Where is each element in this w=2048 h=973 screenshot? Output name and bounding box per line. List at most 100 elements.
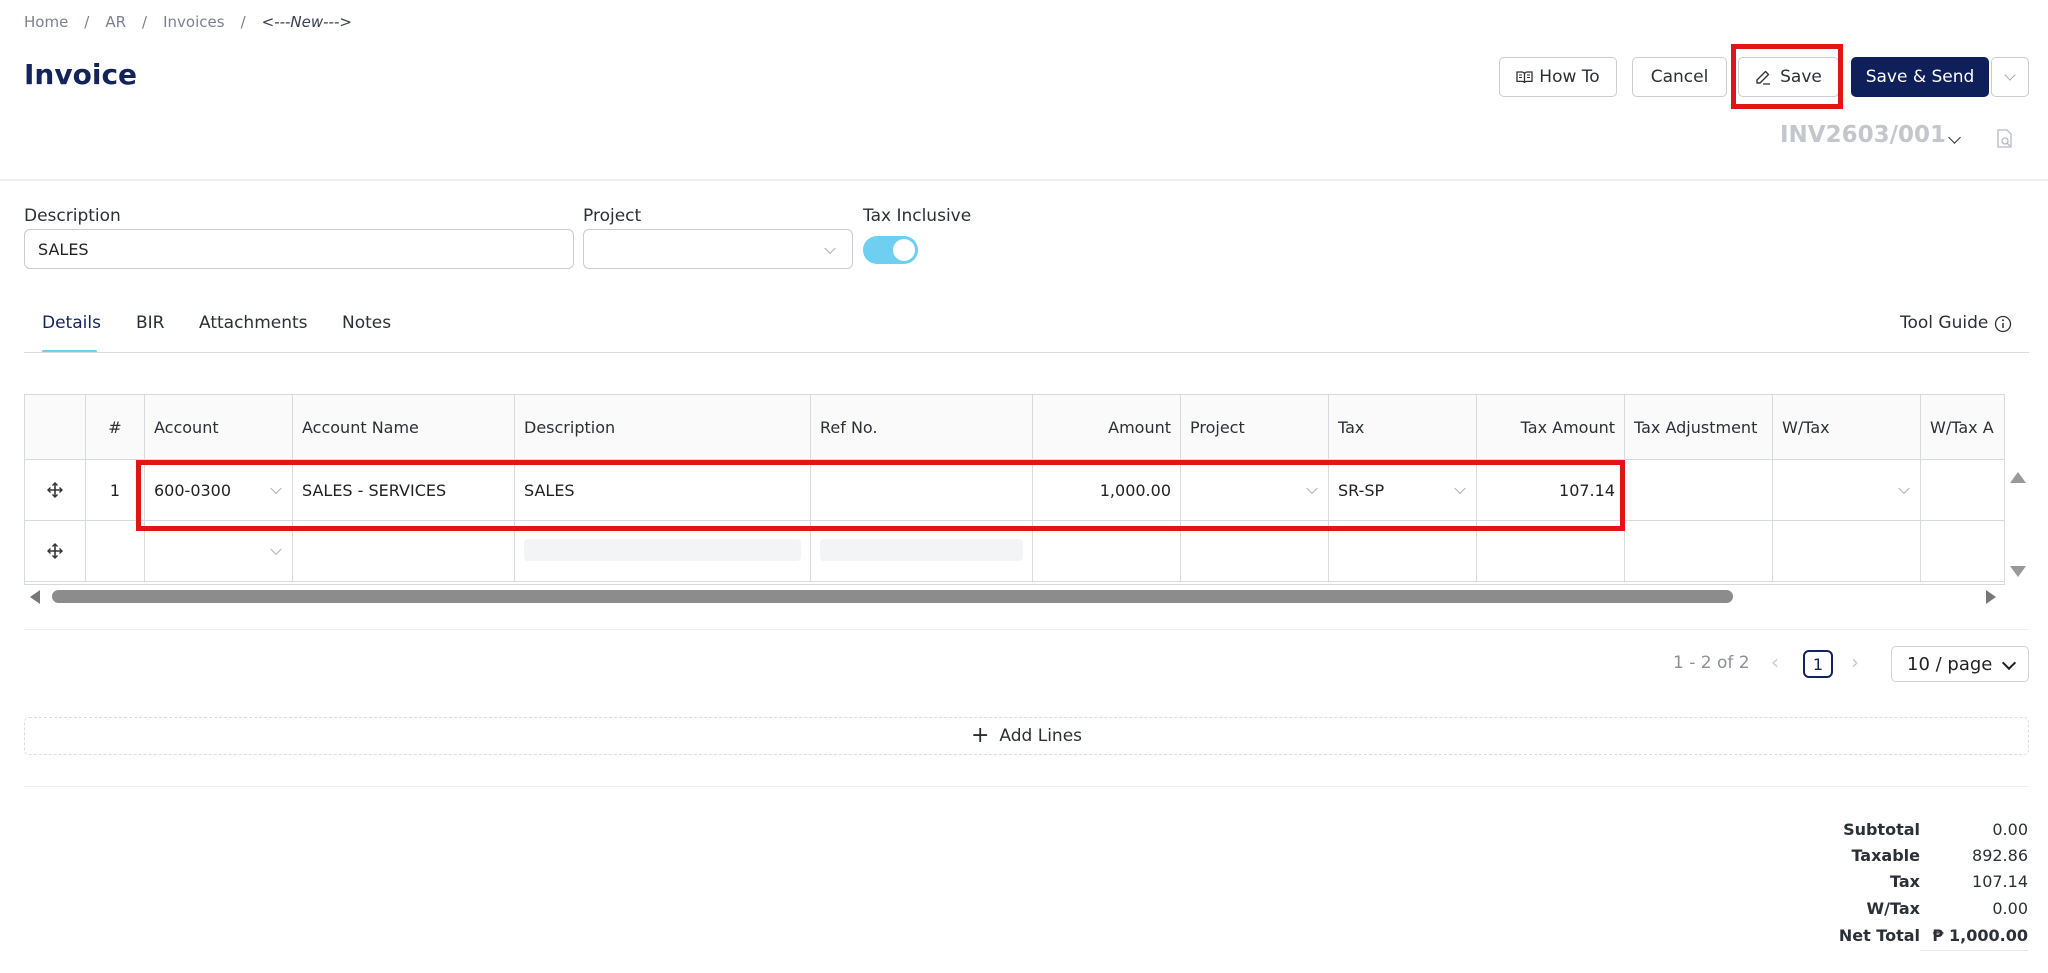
chevron-down-icon <box>1898 482 1910 495</box>
document-search-icon[interactable] <box>1996 129 2013 148</box>
project-select[interactable] <box>583 229 853 269</box>
tax-select[interactable]: SR-SP <box>1329 460 1477 521</box>
wtax-total-value: 0.00 <box>1992 899 2028 918</box>
tool-guide-link[interactable]: Tool Guide <box>1900 313 1988 333</box>
amount-cell[interactable] <box>1033 521 1181 582</box>
header-account[interactable]: Account <box>145 395 293 460</box>
cancel-label: Cancel <box>1650 67 1709 87</box>
scrollbar-thumb[interactable] <box>52 590 1733 603</box>
header-project[interactable]: Project <box>1181 395 1329 460</box>
breadcrumb-home[interactable]: Home <box>24 13 68 31</box>
description-cell[interactable]: SALES <box>515 460 811 521</box>
chevron-down-icon <box>270 543 282 556</box>
ref-no-cell[interactable] <box>811 460 1033 521</box>
prev-page-icon[interactable]: ‹ <box>1771 650 1779 674</box>
header-tax-amount[interactable]: Tax Amount <box>1477 395 1625 460</box>
info-icon[interactable] <box>1994 315 2012 333</box>
wtax-select[interactable] <box>1773 521 1921 582</box>
tax-amount-cell[interactable]: 107.14 <box>1477 460 1625 521</box>
breadcrumb-separator: / <box>84 13 90 31</box>
how-to-button[interactable]: How To <box>1499 57 1617 97</box>
plus-icon: + <box>970 723 990 748</box>
tool-guide-label: Tool Guide <box>1900 313 1989 333</box>
ref-no-input-placeholder <box>820 539 1023 561</box>
page-size-select[interactable]: 10 / page <box>1891 646 2029 682</box>
book-icon <box>1516 71 1533 84</box>
cancel-button[interactable]: Cancel <box>1632 57 1727 97</box>
tax-inclusive-label: Tax Inclusive <box>863 206 972 226</box>
wtax-amount-cell[interactable] <box>1921 460 2004 521</box>
add-lines-button[interactable]: + Add Lines <box>24 717 2029 755</box>
tab-bir[interactable]: BIR <box>136 313 165 333</box>
header-tax[interactable]: Tax <box>1329 395 1477 460</box>
header-wtax-amount[interactable]: W/Tax A <box>1921 395 2004 460</box>
account-select[interactable] <box>145 521 293 582</box>
description-cell[interactable] <box>515 521 811 582</box>
account-select[interactable]: 600-0300 <box>145 460 293 521</box>
chevron-down-icon <box>2004 69 2016 81</box>
save-label: Save <box>1780 67 1822 87</box>
header-account-name[interactable]: Account Name <box>293 395 515 460</box>
breadcrumb-separator: / <box>142 13 148 31</box>
save-and-send-button[interactable]: Save & Send <box>1851 57 1989 97</box>
project-cell-select[interactable] <box>1181 460 1329 521</box>
vertical-scrollbar[interactable] <box>2006 394 2029 585</box>
net-total-underline <box>1920 950 2028 951</box>
row-number: 1 <box>86 460 145 521</box>
totals-divider <box>24 786 2029 787</box>
drag-handle[interactable] <box>25 521 86 582</box>
breadcrumb-ar[interactable]: AR <box>105 13 126 31</box>
next-page-icon[interactable]: › <box>1851 650 1859 674</box>
taxable-value: 892.86 <box>1972 846 2028 865</box>
description-input[interactable]: SALES <box>24 229 574 269</box>
project-cell-select[interactable] <box>1181 521 1329 582</box>
ref-no-cell[interactable] <box>811 521 1033 582</box>
wtax-amount-cell[interactable] <box>1921 521 2004 582</box>
tab-attachments[interactable]: Attachments <box>199 313 308 333</box>
header-drag-column <box>25 395 86 460</box>
scroll-down-arrow-icon[interactable] <box>2010 566 2026 577</box>
chevron-down-icon <box>2001 655 2017 671</box>
tax-adjustment-cell[interactable] <box>1625 460 1773 521</box>
header-wtax[interactable]: W/Tax <box>1773 395 1921 460</box>
breadcrumb-current: <---New---> <box>261 13 352 31</box>
chevron-down-icon <box>270 482 282 495</box>
tax-select[interactable] <box>1329 521 1477 582</box>
net-total-value: ₱ 1,000.00 <box>1932 926 2028 945</box>
pagination-range: 1 - 2 of 2 <box>1673 653 1750 673</box>
invoice-number-dropdown-icon[interactable] <box>1948 131 1961 144</box>
line-items-grid: # Account Account Name Description Ref N… <box>24 394 2005 585</box>
tab-details[interactable]: Details <box>42 313 101 333</box>
header-number: # <box>86 395 145 460</box>
breadcrumb-invoices[interactable]: Invoices <box>163 13 224 31</box>
amount-cell[interactable]: 1,000.00 <box>1033 460 1181 521</box>
tax-total-label: Tax <box>1890 872 1920 891</box>
tab-notes[interactable]: Notes <box>342 313 391 333</box>
scroll-up-arrow-icon[interactable] <box>2010 472 2026 483</box>
add-lines-label: Add Lines <box>999 726 1083 746</box>
breadcrumb-separator: / <box>240 13 246 31</box>
taxable-label: Taxable <box>1851 846 1920 865</box>
header-ref-no[interactable]: Ref No. <box>811 395 1033 460</box>
scroll-right-arrow-icon[interactable] <box>1986 590 1996 604</box>
drag-handle[interactable] <box>25 460 86 521</box>
net-total-label: Net Total <box>1838 926 1920 945</box>
tax-value: SR-SP <box>1338 480 1385 500</box>
tax-amount-cell[interactable] <box>1477 521 1625 582</box>
row-number <box>86 521 145 582</box>
header-amount[interactable]: Amount <box>1033 395 1181 460</box>
wtax-total-label: W/Tax <box>1866 899 1920 918</box>
account-name-cell <box>293 521 515 582</box>
tax-inclusive-toggle[interactable] <box>863 236 918 264</box>
header-divider <box>0 179 2048 181</box>
wtax-select[interactable] <box>1773 460 1921 521</box>
scroll-left-arrow-icon[interactable] <box>30 590 40 604</box>
chevron-down-icon <box>1454 482 1466 495</box>
save-button[interactable]: Save <box>1738 57 1839 97</box>
header-description[interactable]: Description <box>515 395 811 460</box>
subtotal-label: Subtotal <box>1843 820 1920 839</box>
page-number-button[interactable]: 1 <box>1803 650 1833 678</box>
tax-adjustment-cell[interactable] <box>1625 521 1773 582</box>
more-actions-dropdown[interactable] <box>1991 57 2029 97</box>
header-tax-adjustment[interactable]: Tax Adjustment <box>1625 395 1773 460</box>
